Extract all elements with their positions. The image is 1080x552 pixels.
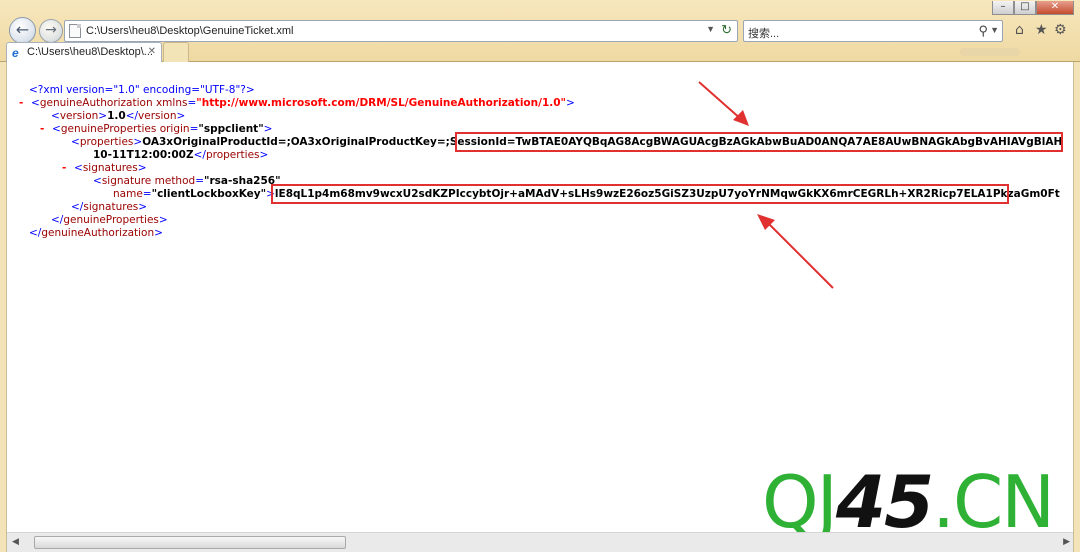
search-box[interactable]: 搜索... ⚲ ▼ (743, 20, 1003, 42)
xml-viewer: <?xml version="1.0" encoding="UTF-8"?> -… (6, 62, 1074, 552)
tab-genuine-ticket[interactable]: e C:\Users\heu8\Desktop\... ✕ (6, 42, 162, 62)
arrow-line-top (698, 81, 743, 121)
maximize-button[interactable]: □ (1014, 1, 1036, 15)
horizontal-scrollbar[interactable]: ◀ ▶ (7, 532, 1073, 552)
browser-toolbar: ← → C:\Users\heu8\Desktop\GenuineTicket.… (0, 0, 1080, 62)
address-dropdown-icon[interactable]: ▼ (706, 24, 715, 34)
search-input[interactable]: 搜索... (748, 25, 779, 41)
favorites-icon[interactable]: ★ (1035, 22, 1048, 38)
close-tab-icon[interactable]: ✕ (148, 46, 156, 57)
toolbar-placeholder (960, 48, 1020, 56)
search-dropdown-icon[interactable]: ▼ (990, 25, 999, 35)
minimize-button[interactable]: – (992, 1, 1014, 15)
arrow-line-bottom (766, 221, 834, 289)
new-tab-button[interactable] (163, 42, 189, 62)
address-bar[interactable]: C:\Users\heu8\Desktop\GenuineTicket.xml … (64, 20, 738, 42)
forward-icon[interactable]: → (39, 19, 63, 43)
back-icon[interactable]: ← (9, 17, 36, 44)
scroll-right-icon[interactable]: ▶ (1063, 537, 1070, 547)
ie-icon: e (12, 46, 19, 60)
refresh-icon[interactable]: ↻ (721, 22, 732, 38)
settings-icon[interactable]: ⚙ (1054, 22, 1067, 38)
home-icon[interactable]: ⌂ (1015, 22, 1024, 38)
scrollbar-thumb[interactable] (34, 536, 346, 549)
search-icon[interactable]: ⚲ (978, 23, 988, 39)
arrow-head-top (733, 110, 749, 126)
close-window-button[interactable]: ✕ (1036, 1, 1074, 15)
scroll-left-icon[interactable]: ◀ (12, 537, 19, 547)
tab-title: C:\Users\heu8\Desktop\... (27, 46, 153, 58)
page-icon (69, 24, 81, 38)
address-url[interactable]: C:\Users\heu8\Desktop\GenuineTicket.xml (86, 25, 293, 37)
